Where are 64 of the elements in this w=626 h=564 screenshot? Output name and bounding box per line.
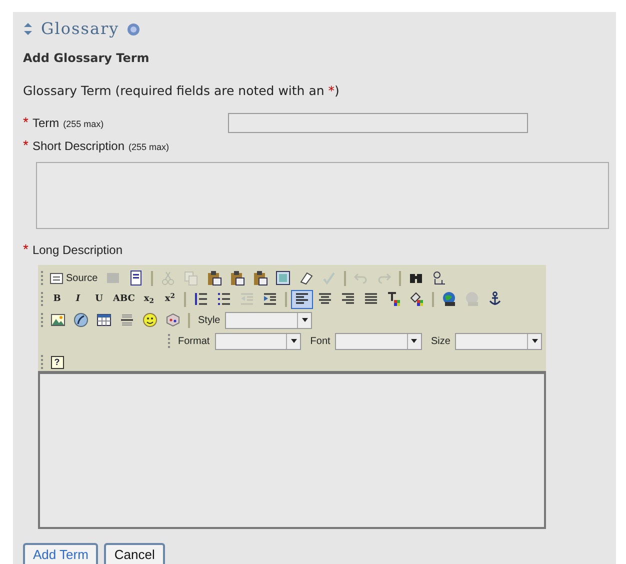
gem-icon (165, 312, 181, 328)
toolbar-button[interactable]: x$^{2}$ (160, 290, 180, 309)
text-input[interactable] (228, 112, 528, 133)
globe-icon (440, 291, 457, 308)
dropdown-arrow-icon (532, 339, 538, 344)
field-hint: (255 max) (63, 118, 104, 132)
copy-icon (182, 270, 199, 286)
dropdown-arrow-icon (411, 339, 418, 344)
scissors-icon (160, 270, 176, 286)
toolbar-button[interactable]: Source (47, 268, 101, 288)
replace-icon (430, 270, 447, 286)
clipboard-icon (252, 270, 268, 286)
bulleted-list-icon (216, 291, 232, 308)
dropdown-field[interactable] (335, 332, 422, 350)
dropdown-arrow-icon (290, 339, 297, 344)
dropdown-field[interactable] (214, 332, 302, 350)
toolbar-button[interactable]: U (89, 290, 109, 309)
editor-content-area[interactable] (38, 370, 546, 529)
required-asterisk: * (23, 240, 28, 259)
globe-icon (464, 291, 480, 308)
required-asterisk: * (23, 136, 28, 155)
source-icon (50, 272, 63, 284)
combo-label: Style (198, 314, 220, 328)
toolbar-button[interactable]: I (68, 290, 88, 309)
toolbar-button[interactable]: ABC (110, 290, 138, 309)
instructions-text: Glossary Term (required fields are noted with an *) (23, 82, 340, 100)
field-label: Term (32, 115, 60, 132)
toolbar-button[interactable] (290, 290, 313, 309)
anchor-icon (486, 291, 503, 308)
toolbar-button[interactable]: ? (47, 352, 67, 372)
toolbar-button[interactable]: x$_{2}$ (138, 290, 159, 309)
toolbar-button[interactable]: B (47, 290, 67, 309)
text-color-icon (386, 291, 402, 308)
combo-label: Size (430, 334, 450, 349)
image-icon (50, 312, 66, 328)
cancel-button[interactable]: Cancel (104, 542, 165, 564)
clipboard-icon (228, 270, 245, 286)
clipboard-icon (206, 270, 222, 286)
swap-arrows-icon[interactable] (23, 23, 33, 35)
combo-label: Font (310, 334, 330, 349)
checkmark-icon (320, 270, 337, 286)
document-icon (128, 270, 144, 286)
section-heading: Add Glossary Term (23, 50, 150, 67)
fill-color-icon (408, 291, 425, 308)
help-icon[interactable] (127, 22, 140, 36)
outdent-icon (238, 291, 255, 308)
field-label: Long Description (32, 242, 123, 259)
dropdown-field[interactable] (455, 332, 542, 350)
smiley-icon (142, 312, 158, 328)
grid-icon (274, 270, 291, 286)
numbered-list-icon (192, 291, 209, 308)
page-title: Glossary (41, 18, 120, 40)
table-icon (96, 312, 112, 328)
field-label: Short Description (32, 138, 124, 155)
horizontal-rule-icon (119, 312, 135, 328)
dropdown-arrow-icon (302, 318, 308, 322)
dropdown-field[interactable] (225, 312, 312, 329)
eraser-icon (298, 270, 314, 286)
indent-icon (262, 291, 278, 308)
submit-button[interactable]: Add Term (23, 542, 98, 564)
combo-label: Format (178, 334, 210, 349)
field-hint: (255 max) (128, 140, 170, 154)
dial-icon (73, 312, 89, 328)
required-asterisk: * (23, 113, 28, 132)
